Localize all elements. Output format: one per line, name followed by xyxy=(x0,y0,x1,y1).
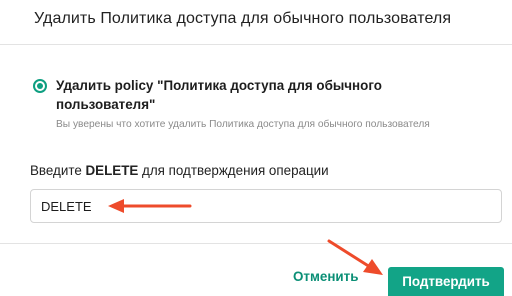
confirm-input[interactable] xyxy=(30,189,502,223)
dialog-title: Удалить Политика доступа для обычного по… xyxy=(34,10,452,27)
arrow-icon xyxy=(108,199,192,213)
option-description: Вы уверены что хотите удалить Политика д… xyxy=(56,119,430,130)
delete-policy-radio[interactable] xyxy=(33,79,47,93)
footer-divider xyxy=(0,243,512,244)
radio-selected-dot xyxy=(37,83,43,89)
confirm-instruction: Введите DELETE для подтверждения операци… xyxy=(30,163,329,178)
option-title: Удалить policy "Политика доступа для обы… xyxy=(56,78,382,112)
confirm-instruction-prefix: Введите xyxy=(30,163,86,178)
confirm-keyword: DELETE xyxy=(85,163,139,178)
header-divider xyxy=(0,44,512,45)
confirm-button[interactable]: Подтвердить xyxy=(388,267,504,296)
arrow-icon xyxy=(327,239,383,275)
confirm-instruction-suffix: для подтверждения операции xyxy=(138,163,329,178)
